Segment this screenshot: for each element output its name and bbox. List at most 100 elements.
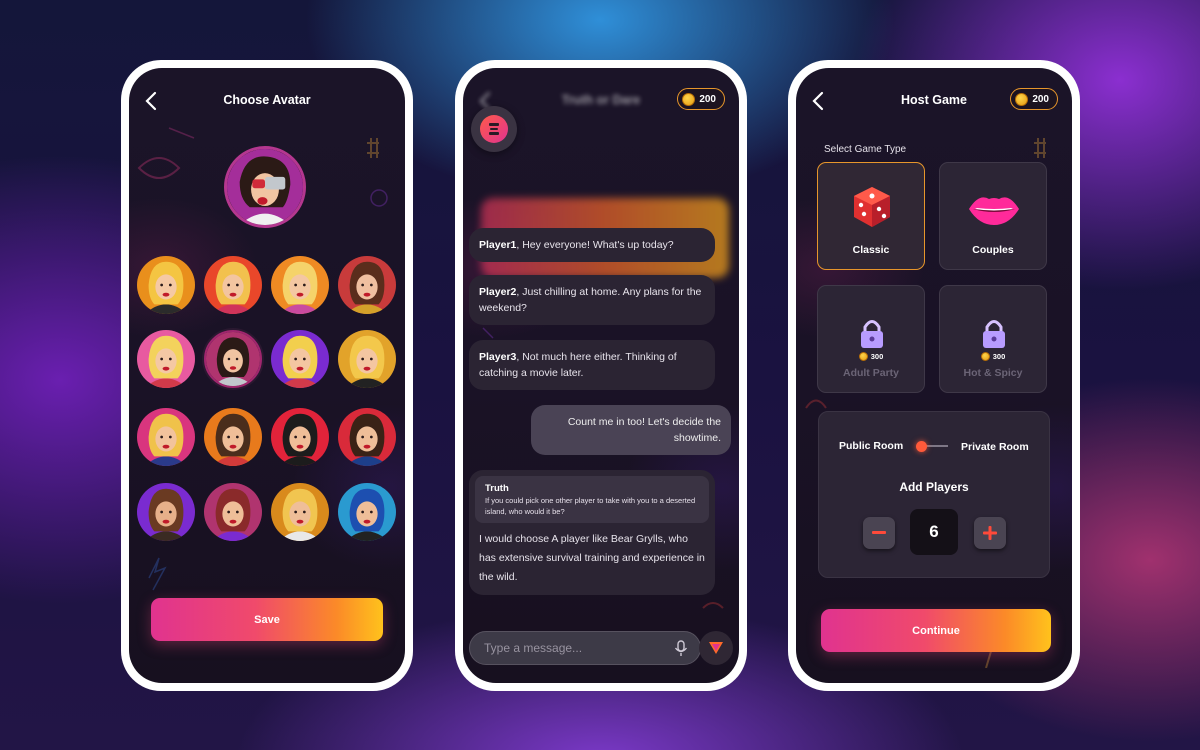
select-game-type-label: Select Game Type (824, 144, 907, 155)
avatar-portrait-icon (204, 483, 262, 541)
increment-players-button[interactable] (974, 517, 1006, 549)
avatar-portrait-icon (338, 330, 396, 388)
chat-message: Player1, Hey everyone! What's up today? (469, 228, 715, 262)
avatar-portrait-icon (271, 483, 329, 541)
avatar-portrait-icon (338, 483, 396, 541)
avatar-option[interactable] (271, 256, 329, 314)
avatar-portrait-icon (204, 256, 262, 314)
message-sender: Player1 (479, 239, 517, 251)
public-room-label: Public Room (839, 440, 904, 452)
avatar-option[interactable] (137, 256, 195, 314)
message-text: , Hey everyone! What's up today? (516, 239, 674, 251)
send-button[interactable] (699, 631, 733, 665)
message-placeholder: Type a message... (484, 641, 583, 655)
my-message: Count me in too! Let's decide the showti… (531, 405, 731, 455)
avatar-portrait-icon (137, 483, 195, 541)
phone-host-game: Host Game 200 Select Game Type Classic C… (788, 60, 1080, 691)
avatar-option[interactable] (204, 330, 262, 388)
avatar-option[interactable] (137, 408, 195, 466)
room-visibility-toggle[interactable] (916, 441, 948, 452)
chat-message: Player2, Just chilling at home. Any plan… (469, 275, 715, 325)
chat-screen: Truth or Dare 200 Player1, Hey everyone!… (463, 68, 739, 683)
coin-balance: 200 (1010, 88, 1058, 110)
lock-icon (983, 320, 1005, 348)
dice-icon (854, 187, 890, 227)
truth-answer-message: Truth If you could pick one other player… (469, 470, 715, 595)
page-title: Choose Avatar (223, 93, 311, 107)
decrement-players-button[interactable] (863, 517, 895, 549)
avatar-option[interactable] (338, 330, 396, 388)
coin-balance: 200 (677, 88, 725, 110)
host-game-screen: Host Game 200 Select Game Type Classic C… (796, 68, 1072, 683)
game-type-classic[interactable]: Classic (817, 162, 925, 270)
coin-amount: 200 (1032, 93, 1049, 105)
lock-icon (861, 320, 883, 348)
coin-icon (1015, 92, 1029, 106)
avatar-option[interactable] (204, 408, 262, 466)
avatar-woman-camera-icon (227, 149, 303, 225)
game-type-label: Hot & Spicy (963, 367, 1023, 379)
unlock-price: 300 (818, 352, 924, 361)
avatar-portrait-icon (338, 408, 396, 466)
avatar-option[interactable] (338, 483, 396, 541)
avatar-portrait-icon (271, 408, 329, 466)
avatar-portrait-icon (204, 408, 262, 466)
avatar-portrait-icon (271, 256, 329, 314)
add-players-label: Add Players (899, 480, 969, 494)
continue-button[interactable]: Continue (821, 609, 1051, 652)
phone-chat: Truth or Dare 200 Player1, Hey everyone!… (455, 60, 747, 691)
avatar-option[interactable] (271, 330, 329, 388)
truth-answer: I would choose A player like Bear Grylls… (479, 533, 705, 583)
avatar-portrait-icon (338, 256, 396, 314)
avatar-option[interactable] (137, 330, 195, 388)
coin-icon (858, 352, 868, 361)
message-sender: Player3 (479, 351, 517, 363)
truth-question: If you could pick one other player to ta… (485, 496, 696, 516)
private-room-label: Private Room (961, 441, 1029, 453)
save-button[interactable]: Save (151, 598, 383, 641)
avatar-option[interactable] (338, 408, 396, 466)
avatar-option[interactable] (271, 483, 329, 541)
microphone-icon[interactable] (674, 640, 688, 657)
coin-icon (980, 352, 990, 361)
avatar-option[interactable] (204, 256, 262, 314)
chat-message: Player3, Not much here either. Thinking … (469, 340, 715, 390)
send-icon (709, 642, 723, 654)
plus-icon (983, 526, 997, 540)
avatar-portrait-icon (137, 330, 195, 388)
avatar-portrait-icon (271, 330, 329, 388)
message-input[interactable]: Type a message... (469, 631, 701, 665)
lips-icon (969, 197, 1019, 225)
game-type-label: Classic (852, 244, 890, 256)
header: Choose Avatar (129, 90, 405, 112)
room-visibility-row: Public Room Private Room (819, 438, 1049, 454)
coin-icon (682, 92, 696, 106)
game-type-couples[interactable]: Couples (939, 162, 1047, 270)
unlock-price: 300 (940, 352, 1046, 361)
message-sender: Player2 (479, 286, 517, 298)
game-type-hot-spicy-locked[interactable]: 300 Hot & Spicy (939, 285, 1047, 393)
avatar-option[interactable] (338, 256, 396, 314)
selected-avatar-preview (224, 146, 306, 228)
avatar-option[interactable] (204, 483, 262, 541)
game-type-label: Couples (972, 244, 1014, 256)
avatar-portrait-icon (137, 408, 195, 466)
avatar-option[interactable] (137, 483, 195, 541)
truth-label: Truth (485, 483, 509, 494)
game-type-label: Adult Party (842, 367, 899, 379)
avatar-portrait-icon (137, 256, 195, 314)
room-settings-panel: Public Room Private Room Add Players 6 (818, 411, 1050, 578)
header: Host Game 200 (796, 88, 1072, 112)
toggle-knob (916, 441, 927, 452)
phone-choose-avatar: Choose Avatar Save (121, 60, 413, 691)
game-menu-button[interactable] (471, 106, 517, 152)
avatar-option[interactable] (271, 408, 329, 466)
game-type-adult-party-locked[interactable]: 300 Adult Party (817, 285, 925, 393)
avatar-portrait-icon (206, 332, 260, 386)
message-text: Count me in too! Let's decide the showti… (567, 416, 721, 444)
coin-amount: 200 (699, 93, 716, 105)
menu-icon (480, 115, 508, 143)
minus-icon (872, 531, 886, 534)
players-count: 6 (910, 509, 958, 555)
choose-avatar-screen: Choose Avatar Save (129, 68, 405, 683)
